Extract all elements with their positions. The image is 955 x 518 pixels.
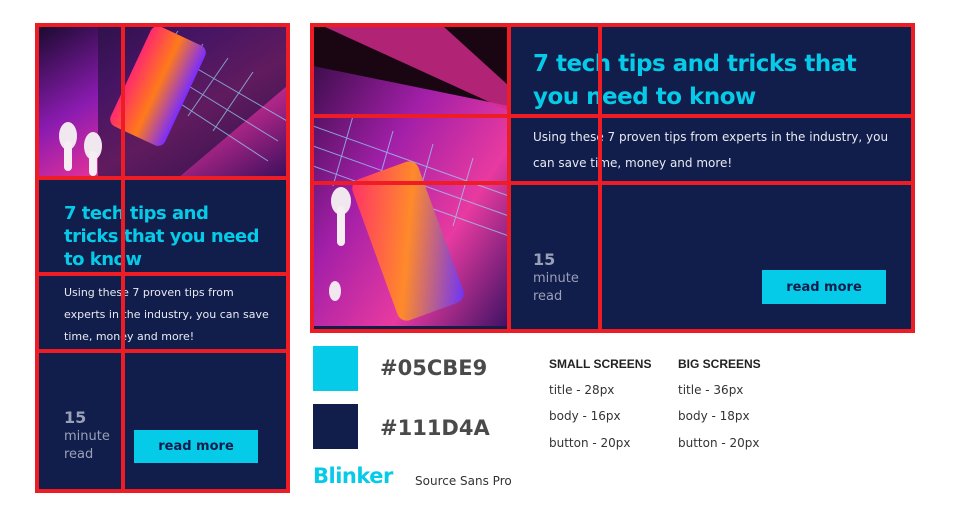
accent-color-label: #05CBE9 xyxy=(380,356,488,380)
laptop-photo xyxy=(313,26,509,326)
small-card-minutes-unit: minute xyxy=(64,429,110,444)
small-card-grid-row-line xyxy=(35,176,290,180)
big-card-minutes-number: 15 xyxy=(533,250,556,269)
accent-color-swatch xyxy=(313,346,358,391)
big-card-grid-row-line xyxy=(310,181,915,185)
big-screens-title-size: title - 36px xyxy=(678,383,744,397)
small-screens-body-size: body - 16px xyxy=(549,409,621,423)
small-card-minutes-number: 15 xyxy=(64,408,87,427)
dark-color-label: #111D4A xyxy=(380,416,490,440)
laptop-photo xyxy=(38,26,287,178)
small-card-read-more-button[interactable]: read more xyxy=(134,430,258,463)
big-card-grid-column-line xyxy=(507,23,511,333)
dark-color-swatch xyxy=(313,404,358,449)
big-card-body: Using these 7 proven tips from experts i… xyxy=(533,130,889,170)
small-screens-button-size: button - 20px xyxy=(549,436,631,450)
big-card-title: 7 tech tips and tricks that you need to … xyxy=(533,51,857,110)
big-card-grid-row-line xyxy=(310,114,915,118)
small-card-title: 7 tech tips and tricks that you need to … xyxy=(64,203,260,270)
small-card-grid-row-line xyxy=(35,349,290,353)
small-screens-heading: SMALL SCREENS xyxy=(549,357,652,371)
small-card-image xyxy=(38,26,287,178)
small-screens-title-size: title - 28px xyxy=(549,383,615,397)
big-card-read-more-button[interactable]: read more xyxy=(762,270,886,304)
big-card-image xyxy=(313,26,509,326)
small-card-grid-row-line xyxy=(35,272,290,276)
small-card-minutes-read: read xyxy=(64,447,94,462)
big-card-minutes-read: read xyxy=(533,289,563,304)
big-card-grid-column-line xyxy=(598,23,602,333)
big-screens-body-size: body - 18px xyxy=(678,409,750,423)
big-card: 7 tech tips and tricks that you need to … xyxy=(313,26,912,330)
heading-font-sample: Blinker xyxy=(313,464,393,488)
small-card: 7 tech tips and tricks that you need to … xyxy=(38,26,287,490)
big-screens-button-size: button - 20px xyxy=(678,436,760,450)
big-card-minutes-unit: minute xyxy=(533,271,579,286)
small-card-body: Using these 7 proven tips from experts i… xyxy=(64,286,269,343)
small-card-grid-column-line xyxy=(121,23,125,493)
big-screens-heading: BIG SCREENS xyxy=(678,357,761,371)
body-font-sample: Source Sans Pro xyxy=(415,474,512,488)
